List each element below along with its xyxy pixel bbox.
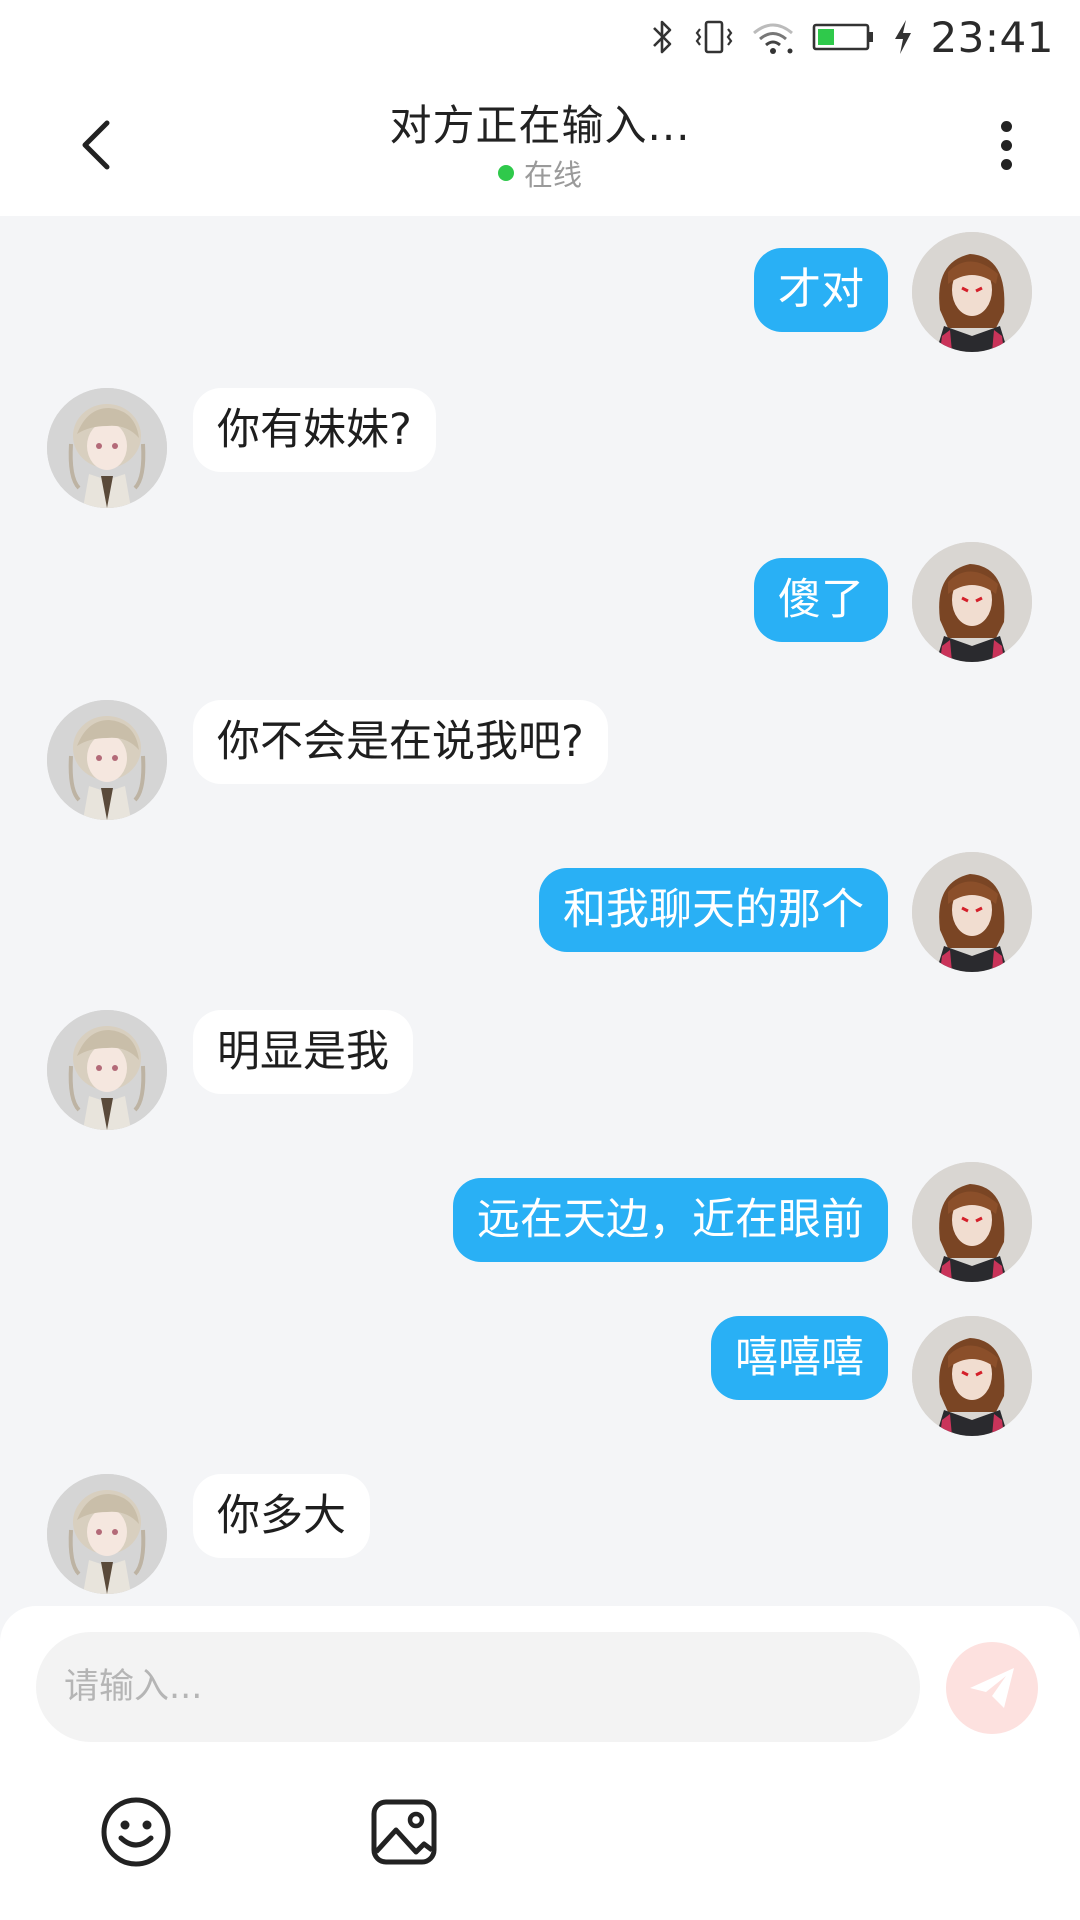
wifi-icon: [753, 23, 794, 54]
image-button[interactable]: [366, 1794, 442, 1870]
status-bar: 23:41: [0, 0, 1080, 74]
contact-avatar[interactable]: [47, 388, 167, 508]
bluetooth-icon: [653, 20, 672, 54]
send-icon: [970, 1668, 1014, 1708]
battery-icon: [813, 23, 874, 51]
message-bubble-outgoing[interactable]: 才对: [754, 248, 888, 332]
message-bubble-incoming[interactable]: 你多大: [193, 1474, 370, 1558]
message-bubble-incoming[interactable]: 你不会是在说我吧?: [193, 700, 608, 784]
status-icons: 23:41: [648, 12, 1054, 62]
charging-icon: [895, 20, 912, 54]
more-options-button[interactable]: [976, 110, 1036, 180]
chat-header: 对方正在输入... 在线: [0, 74, 1080, 216]
online-dot-icon: [497, 165, 514, 181]
emoji-icon: [101, 1797, 171, 1867]
emoji-button[interactable]: [98, 1794, 174, 1870]
my-avatar[interactable]: [912, 542, 1032, 662]
status-time: 23:41: [930, 12, 1054, 62]
message-bubble-outgoing[interactable]: 和我聊天的那个: [539, 868, 888, 952]
my-avatar[interactable]: [912, 1162, 1032, 1282]
message-input[interactable]: 请输入...: [36, 1632, 920, 1742]
my-avatar[interactable]: [912, 852, 1032, 972]
chat-title: 对方正在输入...: [389, 101, 691, 150]
message-bubble-outgoing[interactable]: 嘻嘻嘻: [711, 1316, 888, 1400]
more-vertical-icon: [1000, 120, 1012, 170]
online-status-label: 在线: [523, 158, 582, 192]
contact-avatar[interactable]: [47, 700, 167, 820]
image-icon: [371, 1799, 437, 1865]
input-bar: 请输入...: [0, 1606, 1080, 1920]
my-avatar[interactable]: [912, 232, 1032, 352]
message-bubble-outgoing[interactable]: 傻了: [754, 558, 888, 642]
send-button[interactable]: [946, 1642, 1038, 1734]
message-bubble-incoming[interactable]: 你有妹妹?: [193, 388, 436, 472]
vibrate-icon: [696, 20, 733, 54]
message-list[interactable]: 才对 你有妹妹? 傻了 你不会是在说我吧? 和我聊天的那个 明显是我 远在天边，…: [0, 216, 1080, 1606]
message-bubble-outgoing[interactable]: 远在天边，近在眼前: [453, 1178, 888, 1262]
online-status: 在线: [0, 152, 1080, 194]
message-bubble-incoming[interactable]: 明显是我: [193, 1010, 413, 1094]
my-avatar[interactable]: [912, 1316, 1032, 1436]
contact-avatar[interactable]: [47, 1474, 167, 1594]
contact-avatar[interactable]: [47, 1010, 167, 1130]
